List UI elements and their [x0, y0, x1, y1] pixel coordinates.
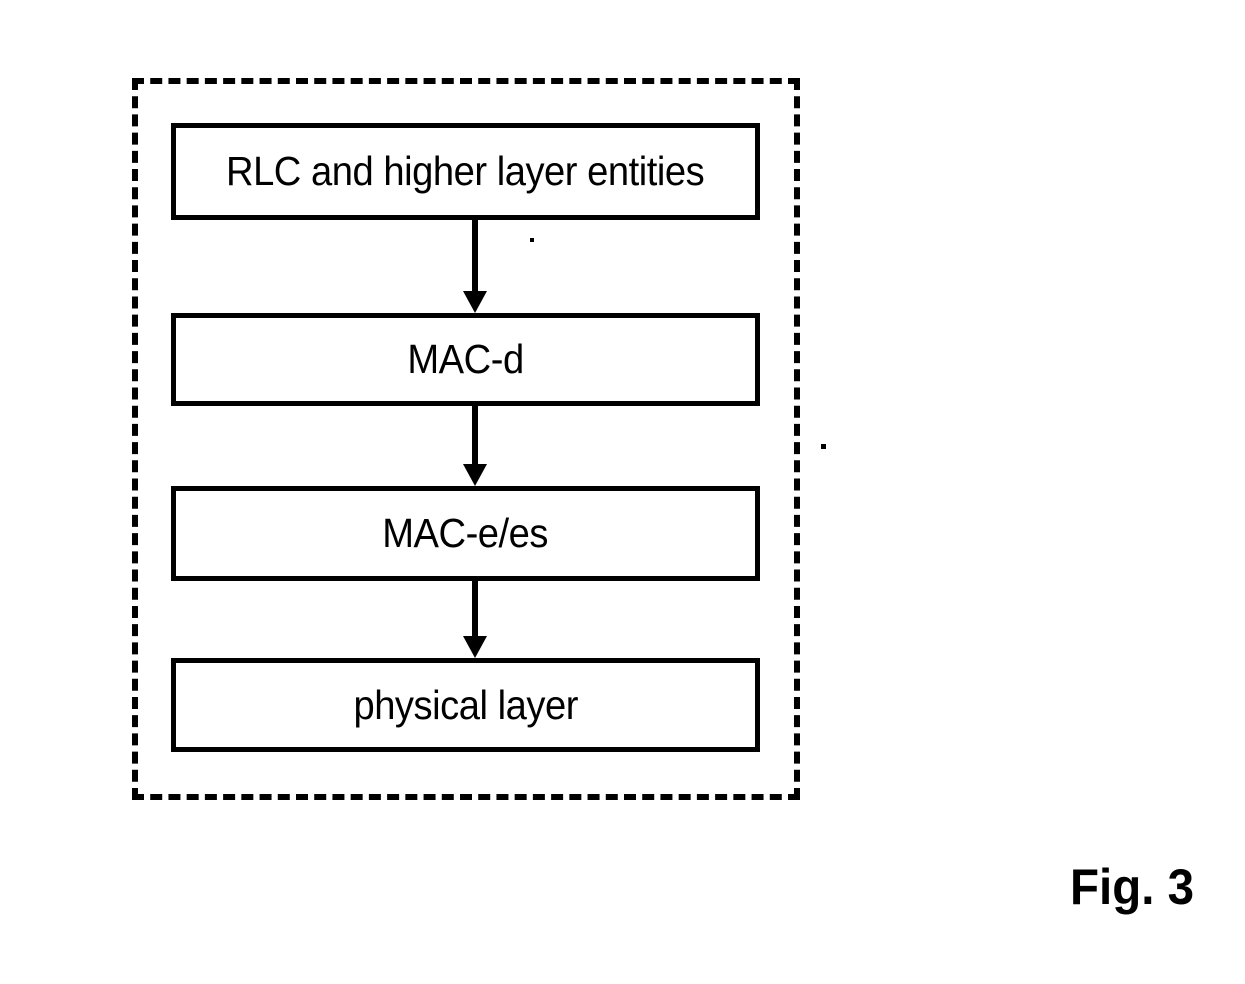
scan-speckle-artifact	[821, 444, 826, 449]
figure-caption: Fig. 3	[1070, 859, 1195, 915]
scan-speckle-artifact	[530, 238, 534, 242]
layer-box-mac-e-es-label: MAC-e/es	[382, 510, 549, 556]
arrow-head-icon	[463, 636, 487, 658]
layer-box-rlc: RLC and higher layer entities	[171, 123, 760, 220]
arrow-shaft	[472, 220, 478, 291]
arrow-mac-d-to-mac-e-es	[463, 406, 487, 486]
layer-box-rlc-label: RLC and higher layer entities	[226, 148, 705, 194]
layer-box-physical-layer: physical layer	[171, 658, 760, 752]
layer-box-mac-d-label: MAC-d	[407, 336, 524, 382]
layer-box-physical-layer-label: physical layer	[353, 681, 578, 728]
layer-box-mac-d: MAC-d	[171, 313, 760, 406]
figure-canvas: RLC and higher layer entities MAC-d MAC-…	[0, 0, 1245, 984]
arrow-mac-e-es-to-physical-layer	[463, 581, 487, 658]
arrow-rlc-to-mac-d	[463, 220, 487, 313]
arrow-shaft	[472, 406, 478, 464]
arrow-shaft	[472, 581, 478, 636]
arrow-head-icon	[463, 291, 487, 313]
arrow-head-icon	[463, 464, 487, 486]
layer-box-mac-e-es: MAC-e/es	[171, 486, 760, 581]
